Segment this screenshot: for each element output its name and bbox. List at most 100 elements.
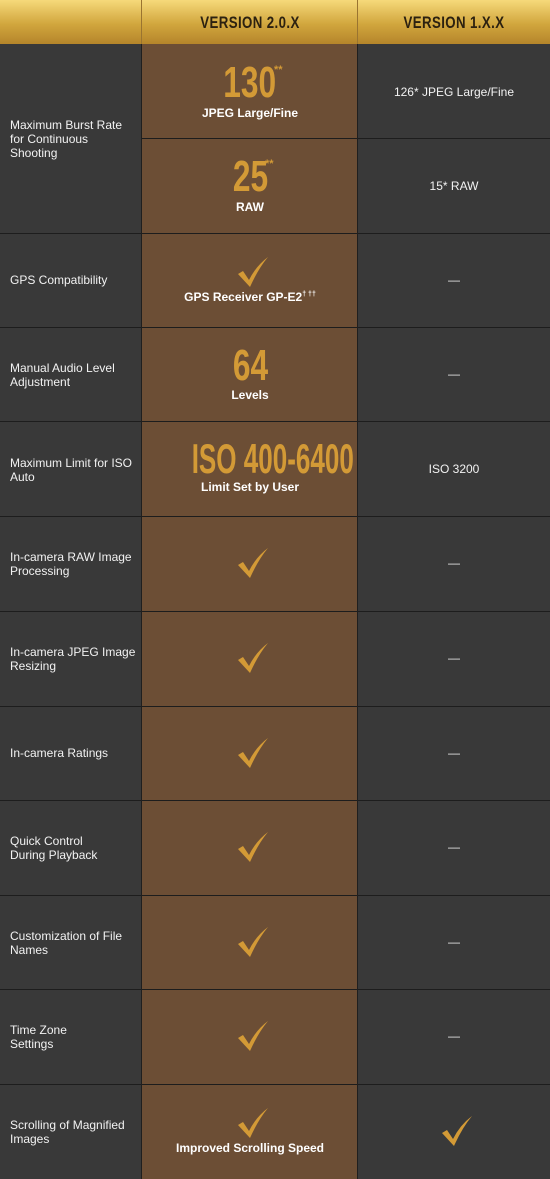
v2-cell	[142, 611, 358, 706]
feature-cell: Maximum Burst Rate for Continuous Shooti…	[0, 44, 142, 233]
iso-caption: Limit Set by User	[200, 480, 300, 494]
check-icon	[238, 832, 268, 862]
v1-cell: —	[358, 233, 550, 327]
row-divider	[0, 327, 550, 328]
v1-burst-jpeg: 126* JPEG Large/Fine	[393, 85, 515, 99]
v1-cell	[358, 1084, 550, 1179]
column-divider	[141, 44, 142, 1179]
row-divider	[0, 800, 550, 801]
v1-not-available: —	[448, 367, 460, 381]
comparison-table: VERSION 2.0.X VERSION 1.X.X Maximum Burs…	[0, 0, 550, 1179]
row-divider	[0, 1084, 550, 1085]
v2-cell: ISO 400-6400 Limit Set by User	[142, 421, 358, 516]
check-icon	[238, 738, 268, 768]
header-divider	[141, 0, 142, 44]
v2-cell	[142, 706, 358, 800]
v1-cell: ISO 3200	[358, 421, 550, 516]
feature-label: Customization of File Names	[10, 929, 123, 957]
v2-cell: Improved Scrolling Speed	[142, 1084, 358, 1179]
v1-cell: —	[358, 611, 550, 706]
row-divider	[142, 138, 550, 139]
check-icon	[238, 643, 268, 673]
check-icon	[442, 1116, 472, 1146]
feature-cell: Manual Audio Level Adjustment	[0, 327, 142, 421]
feature-cell: Scrolling of Magnified Images	[0, 1084, 142, 1179]
v1-cell: —	[358, 706, 550, 800]
table-row-time-zone: Time Zone Settings —	[0, 989, 550, 1084]
table-row-file-names: Customization of File Names —	[0, 895, 550, 989]
table-row-scrolling: Scrolling of Magnified Images Improved S…	[0, 1084, 550, 1179]
v1-cell: —	[358, 516, 550, 611]
v1-not-available: —	[448, 651, 460, 665]
table-row-iso: Maximum Limit for ISO Auto ISO 400-6400 …	[0, 421, 550, 516]
feature-cell: Maximum Limit for ISO Auto	[0, 421, 142, 516]
v2-cell	[142, 989, 358, 1084]
gps-caption: GPS Receiver GP-E2† ††	[184, 290, 316, 304]
feature-cell: In-camera Ratings	[0, 706, 142, 800]
scrolling-caption: Improved Scrolling Speed	[175, 1141, 325, 1155]
header-version-2: VERSION 2.0.X	[200, 13, 300, 32]
audio-value: 64	[232, 341, 268, 390]
v1-iso-value: ISO 3200	[428, 462, 480, 476]
v1-not-available: —	[448, 1029, 460, 1043]
v1-not-available: —	[448, 935, 460, 949]
v2-cell: GPS Receiver GP-E2† ††	[142, 233, 358, 327]
table-row-quick-control: Quick Control During Playback —	[0, 800, 550, 895]
feature-cell: Customization of File Names	[0, 895, 142, 989]
feature-cell: In-camera RAW Image Processing	[0, 516, 142, 611]
feature-label: In-camera Ratings	[10, 746, 109, 760]
feature-label: Time Zone Settings	[10, 1023, 67, 1051]
v1-cell: —	[358, 989, 550, 1084]
v1-cell: —	[358, 327, 550, 421]
v2-cell	[142, 800, 358, 895]
v1-not-available: —	[448, 556, 460, 570]
feature-label: Quick Control During Playback	[10, 834, 98, 862]
burst-jpeg-footnote: **	[274, 64, 283, 76]
column-divider	[357, 44, 358, 1179]
feature-cell: Quick Control During Playback	[0, 800, 142, 895]
feature-label: Maximum Limit for ISO Auto	[10, 456, 133, 484]
feature-label: In-camera JPEG Image Resizing	[10, 645, 136, 673]
audio-caption: Levels	[231, 388, 269, 402]
header-divider	[357, 0, 358, 44]
check-icon	[238, 1108, 268, 1138]
iso-value: ISO 400-6400	[191, 435, 354, 482]
v2-cell	[142, 895, 358, 989]
row-divider	[0, 706, 550, 707]
row-divider	[0, 895, 550, 896]
feature-label: GPS Compatibility	[10, 273, 108, 287]
table-row-gps: GPS Compatibility GPS Receiver GP-E2† ††…	[0, 233, 550, 327]
check-icon	[238, 1021, 268, 1051]
feature-label: Scrolling of Magnified Images	[10, 1118, 125, 1146]
row-divider	[0, 516, 550, 517]
header-version-1: VERSION 1.X.X	[403, 13, 505, 32]
burst-raw-value: 25	[232, 152, 268, 201]
v1-burst-raw: 15* RAW	[429, 179, 479, 193]
feature-label: Manual Audio Level Adjustment	[10, 361, 115, 389]
table-header: VERSION 2.0.X VERSION 1.X.X	[0, 0, 550, 44]
feature-label: In-camera RAW Image Processing	[10, 550, 132, 578]
burst-raw-caption: RAW	[236, 200, 264, 214]
row-divider	[0, 233, 550, 234]
v2-cell: 64 Levels	[142, 327, 358, 421]
feature-cell: Time Zone Settings	[0, 989, 142, 1084]
v1-cell: —	[358, 800, 550, 895]
table-row-audio: Manual Audio Level Adjustment 64 Levels …	[0, 327, 550, 421]
v1-not-available: —	[448, 746, 460, 760]
table-row-jpeg-resize: In-camera JPEG Image Resizing —	[0, 611, 550, 706]
check-icon	[238, 927, 268, 957]
v1-cell: —	[358, 895, 550, 989]
row-divider	[0, 611, 550, 612]
burst-jpeg-value: 130	[223, 58, 277, 107]
feature-cell: In-camera JPEG Image Resizing	[0, 611, 142, 706]
table-row-ratings: In-camera Ratings —	[0, 706, 550, 800]
burst-jpeg-caption: JPEG Large/Fine	[201, 106, 299, 120]
check-icon	[238, 257, 268, 287]
row-divider	[0, 421, 550, 422]
row-divider	[0, 989, 550, 990]
check-icon	[238, 548, 268, 578]
table-row-raw-processing: In-camera RAW Image Processing —	[0, 516, 550, 611]
feature-label: Maximum Burst Rate for Continuous Shooti…	[10, 118, 123, 160]
v1-not-available: —	[448, 273, 460, 287]
feature-cell: GPS Compatibility	[0, 233, 142, 327]
